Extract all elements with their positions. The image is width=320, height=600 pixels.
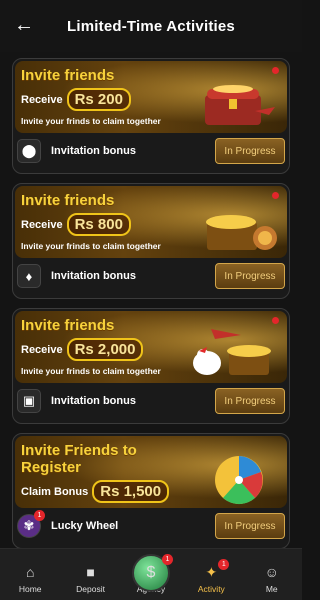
- row-label: Invitation bonus: [51, 270, 136, 282]
- activity-card-1[interactable]: Invite friends Receive Rs 200 Invite you…: [12, 58, 290, 174]
- receive-row: Receive Rs 2,000: [21, 338, 144, 361]
- activity-row: ▣ Invitation bonus In Progress: [17, 383, 285, 419]
- activity-row: ♦ Invitation bonus In Progress: [17, 258, 285, 294]
- activities-list: Invite friends Receive Rs 200 Invite you…: [12, 58, 290, 558]
- lucky-wheel-icon: ✾ 1: [17, 510, 45, 538]
- nav-label: Deposit: [76, 584, 105, 594]
- activity-badge: 1: [218, 559, 230, 570]
- activity-row: ⬤ Invitation bonus In Progress: [17, 133, 285, 169]
- row-label: Lucky Wheel: [51, 520, 119, 532]
- in-progress-button[interactable]: In Progress: [215, 388, 285, 414]
- activity-banner[interactable]: Invite friends Receive Rs 200 Invite you…: [15, 61, 287, 133]
- nav-label: Home: [18, 584, 42, 594]
- activity-banner[interactable]: Invite friends Receive Rs 2,000 Invite y…: [15, 311, 287, 383]
- bottom-navigation: ⌂ Home ■ Deposit $ 1 Agency ✦ 1 Activity…: [0, 548, 302, 600]
- activity-card-3[interactable]: Invite friends Receive Rs 2,000 Invite y…: [12, 308, 290, 424]
- nav-label: Me: [265, 584, 278, 594]
- treasure-chest-icon: [205, 85, 275, 125]
- receive-row: Receive Rs 200: [21, 88, 131, 111]
- nav-home[interactable]: ⌂ Home: [2, 563, 58, 594]
- agency-badge: 1: [161, 554, 173, 565]
- gold-reward-icon: ⬤: [17, 139, 41, 163]
- activity-card-2[interactable]: Invite friends Receive Rs 800 Invite you…: [12, 183, 290, 299]
- banner-subtitle: Invite your frinds to claim together: [21, 366, 161, 376]
- banner-subtitle: Invite your frinds to claim together: [21, 241, 161, 251]
- top-bar: ← Limited-Time Activities: [0, 0, 302, 52]
- reward-amount: Rs 800: [66, 213, 131, 236]
- activity-row: ✾ 1 Lucky Wheel In Progress: [17, 508, 285, 544]
- banner-subtitle: Invite your frinds to claim together: [21, 116, 161, 126]
- receive-row: Receive Rs 800: [21, 213, 131, 236]
- receive-label: Receive: [21, 93, 63, 106]
- row-label: Invitation bonus: [51, 395, 136, 407]
- banner-title: Invite Friends to Register: [21, 442, 137, 476]
- lucky-wheel-art-icon: [215, 456, 263, 505]
- nav-agency[interactable]: $ 1 Agency: [123, 554, 179, 594]
- notification-badge: 1: [34, 510, 45, 521]
- receive-row: Claim Bonus Rs 1,500: [21, 480, 170, 503]
- receive-label: Receive: [21, 343, 63, 356]
- receive-label: Receive: [21, 218, 63, 231]
- banner-title: Invite friends: [21, 317, 115, 334]
- chicken-plane-icon: [193, 329, 271, 375]
- banner-title: Invite friends: [21, 192, 115, 209]
- chest-reward-icon: ▣: [17, 389, 41, 413]
- nav-label: Activity: [197, 584, 225, 594]
- deposit-icon: ■: [86, 564, 95, 580]
- reward-amount: Rs 2,000: [66, 338, 144, 361]
- receive-label: Claim Bonus: [21, 485, 89, 498]
- activity-card-4[interactable]: Invite Friends to Register Claim Bonus R…: [12, 433, 290, 549]
- back-arrow-icon[interactable]: ←: [14, 14, 36, 36]
- nav-deposit[interactable]: ■ Deposit: [63, 563, 119, 594]
- page-title: Limited-Time Activities: [67, 17, 235, 35]
- gem-reward-icon: ♦: [17, 264, 41, 288]
- in-progress-button[interactable]: In Progress: [215, 263, 285, 289]
- nav-me[interactable]: ☺ Me: [244, 563, 300, 594]
- row-label: Invitation bonus: [51, 145, 136, 157]
- gold-chest-icon: [206, 215, 277, 250]
- activity-banner[interactable]: Invite friends Receive Rs 800 Invite you…: [15, 186, 287, 258]
- in-progress-button[interactable]: In Progress: [215, 138, 285, 164]
- new-dot-indicator: [272, 317, 279, 324]
- in-progress-button[interactable]: In Progress: [215, 513, 285, 539]
- profile-icon: ☺: [264, 564, 279, 580]
- banner-title: Invite friends: [21, 67, 115, 84]
- activity-banner[interactable]: Invite Friends to Register Claim Bonus R…: [15, 436, 287, 508]
- new-dot-indicator: [272, 192, 279, 199]
- home-icon: ⌂: [25, 564, 35, 580]
- new-dot-indicator: [272, 67, 279, 74]
- nav-activity[interactable]: ✦ 1 Activity: [183, 559, 239, 594]
- reward-amount: Rs 200: [66, 88, 131, 111]
- reward-amount: Rs 1,500: [92, 480, 170, 503]
